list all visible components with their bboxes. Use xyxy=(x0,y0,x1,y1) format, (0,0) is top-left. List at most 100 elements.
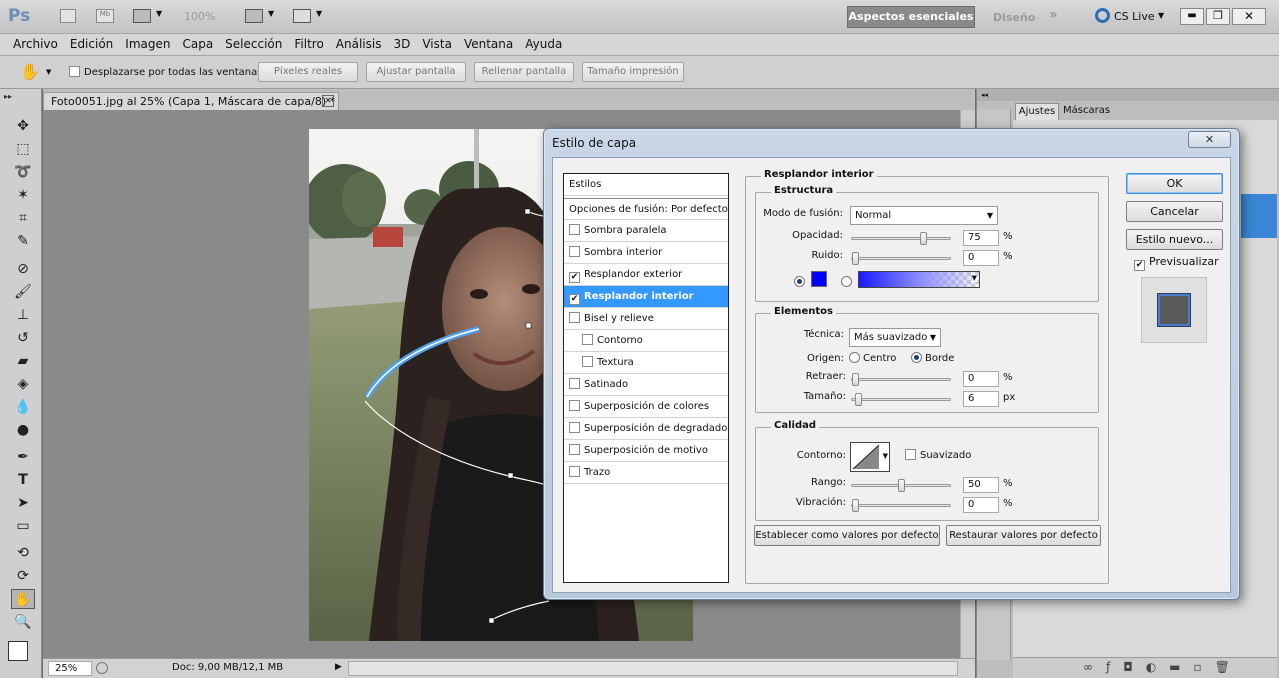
shape-tool-icon[interactable]: ▭ xyxy=(11,516,35,536)
list-item-estilos[interactable]: Estilos xyxy=(564,174,728,196)
more-workspaces-icon[interactable]: » xyxy=(1049,7,1058,23)
blend-mode-select[interactable]: Normal ▼ xyxy=(850,206,998,225)
menu-ventana[interactable]: Ventana xyxy=(458,34,519,51)
paint-bucket-icon[interactable]: ◈ xyxy=(11,374,35,394)
crop-tool-icon[interactable]: ⌗ xyxy=(11,208,35,228)
fill-screen-button[interactable]: Rellenar pantalla xyxy=(474,62,574,82)
healing-brush-icon[interactable]: ⊘ xyxy=(11,259,35,279)
cslive-menu[interactable]: CS Live xyxy=(1114,10,1155,23)
actual-pixels-button[interactable]: Píxeles reales xyxy=(258,62,358,82)
layers-footer-icons[interactable]: ∞ƒ◘◐▬▫🗑 xyxy=(1013,657,1277,678)
list-item-bevel[interactable]: Bisel y relieve xyxy=(564,308,728,330)
checkbox-icon[interactable] xyxy=(905,449,916,460)
cslive-icon[interactable] xyxy=(1095,8,1110,23)
hand-tool-icon[interactable]: ✋ xyxy=(11,589,35,609)
pen-tool-icon[interactable]: ✒ xyxy=(11,447,35,467)
source-center-radio[interactable]: Centro xyxy=(849,352,896,364)
range-slider[interactable] xyxy=(851,479,951,492)
path-selection-icon[interactable]: ➤ xyxy=(11,493,35,513)
zoom-level[interactable]: 100% xyxy=(184,10,215,23)
radio-icon[interactable] xyxy=(849,352,860,363)
size-field[interactable]: 6 xyxy=(963,391,999,407)
document-tab[interactable]: Foto0051.jpg al 25% (Capa 1, Máscara de … xyxy=(43,92,339,110)
blur-tool-icon[interactable]: 💧 xyxy=(11,397,35,417)
list-item-color-overlay[interactable]: Superposición de colores xyxy=(564,396,728,418)
history-brush-icon[interactable]: ↺ xyxy=(11,328,35,348)
lasso-tool-icon[interactable]: ➰ xyxy=(11,162,35,182)
checkbox-icon[interactable] xyxy=(582,334,593,345)
stamp-tool-icon[interactable]: ⊥ xyxy=(11,305,35,325)
choke-slider-thumb[interactable] xyxy=(852,373,859,386)
eyedropper-icon[interactable]: ✎ xyxy=(11,231,35,251)
print-size-button[interactable]: Tamaño impresión xyxy=(582,62,684,82)
list-item-pattern-overlay[interactable]: Superposición de motivo xyxy=(564,440,728,462)
tab-ajustes[interactable]: Ajustes xyxy=(1015,103,1059,120)
checkbox-icon[interactable] xyxy=(569,224,580,235)
type-tool-icon[interactable]: T xyxy=(11,470,35,490)
size-slider[interactable] xyxy=(851,393,951,406)
noise-slider-thumb[interactable] xyxy=(852,252,859,265)
list-item-contour[interactable]: Contorno xyxy=(564,330,728,352)
size-slider-thumb[interactable] xyxy=(855,393,862,406)
minibridge-icon[interactable]: Mb xyxy=(96,9,114,23)
chevron-down-icon[interactable]: ▼ xyxy=(156,9,162,18)
list-item-blend-options[interactable]: Opciones de fusión: Por defecto xyxy=(564,198,728,220)
list-item-gradient-overlay[interactable]: Superposición de degradado xyxy=(564,418,728,440)
checkbox-icon[interactable]: ✔ xyxy=(569,294,580,305)
checkbox-icon[interactable] xyxy=(569,378,580,389)
extras-icon[interactable] xyxy=(133,9,151,23)
noise-slider[interactable] xyxy=(851,252,951,265)
move-tool-icon[interactable]: ✥ xyxy=(11,116,35,136)
checkbox-icon[interactable] xyxy=(582,356,593,367)
arrange-icon[interactable] xyxy=(245,9,263,23)
status-icon[interactable] xyxy=(96,662,108,674)
color-radio[interactable] xyxy=(794,275,808,288)
status-menu-arrow-icon[interactable]: ▶ xyxy=(335,662,342,672)
menu-3d[interactable]: 3D xyxy=(387,34,416,51)
checkbox-icon[interactable]: ✔ xyxy=(569,272,580,283)
radio-icon[interactable] xyxy=(841,276,852,287)
opacity-slider-thumb[interactable] xyxy=(920,232,927,245)
magic-wand-icon[interactable]: ✶ xyxy=(11,185,35,205)
menu-filtro[interactable]: Filtro xyxy=(288,34,329,51)
jitter-slider-thumb[interactable] xyxy=(852,499,859,512)
menu-imagen[interactable]: Imagen xyxy=(119,34,176,51)
ok-button[interactable]: OK xyxy=(1126,173,1223,194)
choke-field[interactable]: 0 xyxy=(963,371,999,387)
marquee-tool-icon[interactable]: ⬚ xyxy=(11,139,35,159)
range-slider-thumb[interactable] xyxy=(898,479,905,492)
checkbox-icon[interactable] xyxy=(569,422,580,433)
screen-mode-icon[interactable] xyxy=(293,9,311,23)
set-default-button[interactable]: Establecer como valores por defecto xyxy=(754,525,940,546)
chevron-down-icon[interactable]: ▼ xyxy=(268,9,274,18)
menu-archivo[interactable]: Archivo xyxy=(7,34,64,51)
3d-orbit-icon[interactable]: ⟳ xyxy=(11,566,35,586)
list-item-inner-shadow[interactable]: Sombra interior xyxy=(564,242,728,264)
collapse-icon[interactable]: ▸▸ xyxy=(4,92,12,101)
close-tab-icon[interactable]: ✕ xyxy=(322,95,334,107)
chevron-down-icon[interactable]: ▼ xyxy=(1158,11,1164,20)
restore-button[interactable]: ❐ xyxy=(1206,8,1230,25)
zoom-field[interactable]: 25% xyxy=(48,661,92,676)
range-field[interactable]: 50 xyxy=(963,477,999,493)
technique-select[interactable]: Más suavizado ▼ xyxy=(849,328,941,347)
close-button[interactable]: ✕ xyxy=(1232,8,1266,25)
workspace-essentials[interactable]: Aspectos esenciales xyxy=(847,6,975,28)
noise-field[interactable]: 0 xyxy=(963,250,999,266)
jitter-slider[interactable] xyxy=(851,499,951,512)
list-item-stroke[interactable]: Trazo xyxy=(564,462,728,484)
checkbox-icon[interactable] xyxy=(569,466,580,477)
contour-picker[interactable]: ▼ xyxy=(850,442,890,472)
dialog-close-button[interactable]: ✕ xyxy=(1188,131,1231,148)
chevron-down-icon[interactable]: ▼ xyxy=(316,9,322,18)
tab-mascaras[interactable]: Máscaras xyxy=(1063,105,1110,116)
new-style-button[interactable]: Estilo nuevo... xyxy=(1126,229,1223,250)
workspace-design[interactable]: Diseño xyxy=(993,11,1035,24)
antialias-checkbox[interactable]: Suavizado xyxy=(905,449,971,461)
menu-seleccion[interactable]: Selección xyxy=(219,34,288,51)
cancel-button[interactable]: Cancelar xyxy=(1126,201,1223,222)
collapse-icon[interactable]: ◂◂ xyxy=(981,91,988,99)
checkbox-icon[interactable] xyxy=(569,312,580,323)
chevron-down-icon[interactable]: ▼ xyxy=(46,68,51,76)
checkbox-icon[interactable] xyxy=(69,66,80,77)
